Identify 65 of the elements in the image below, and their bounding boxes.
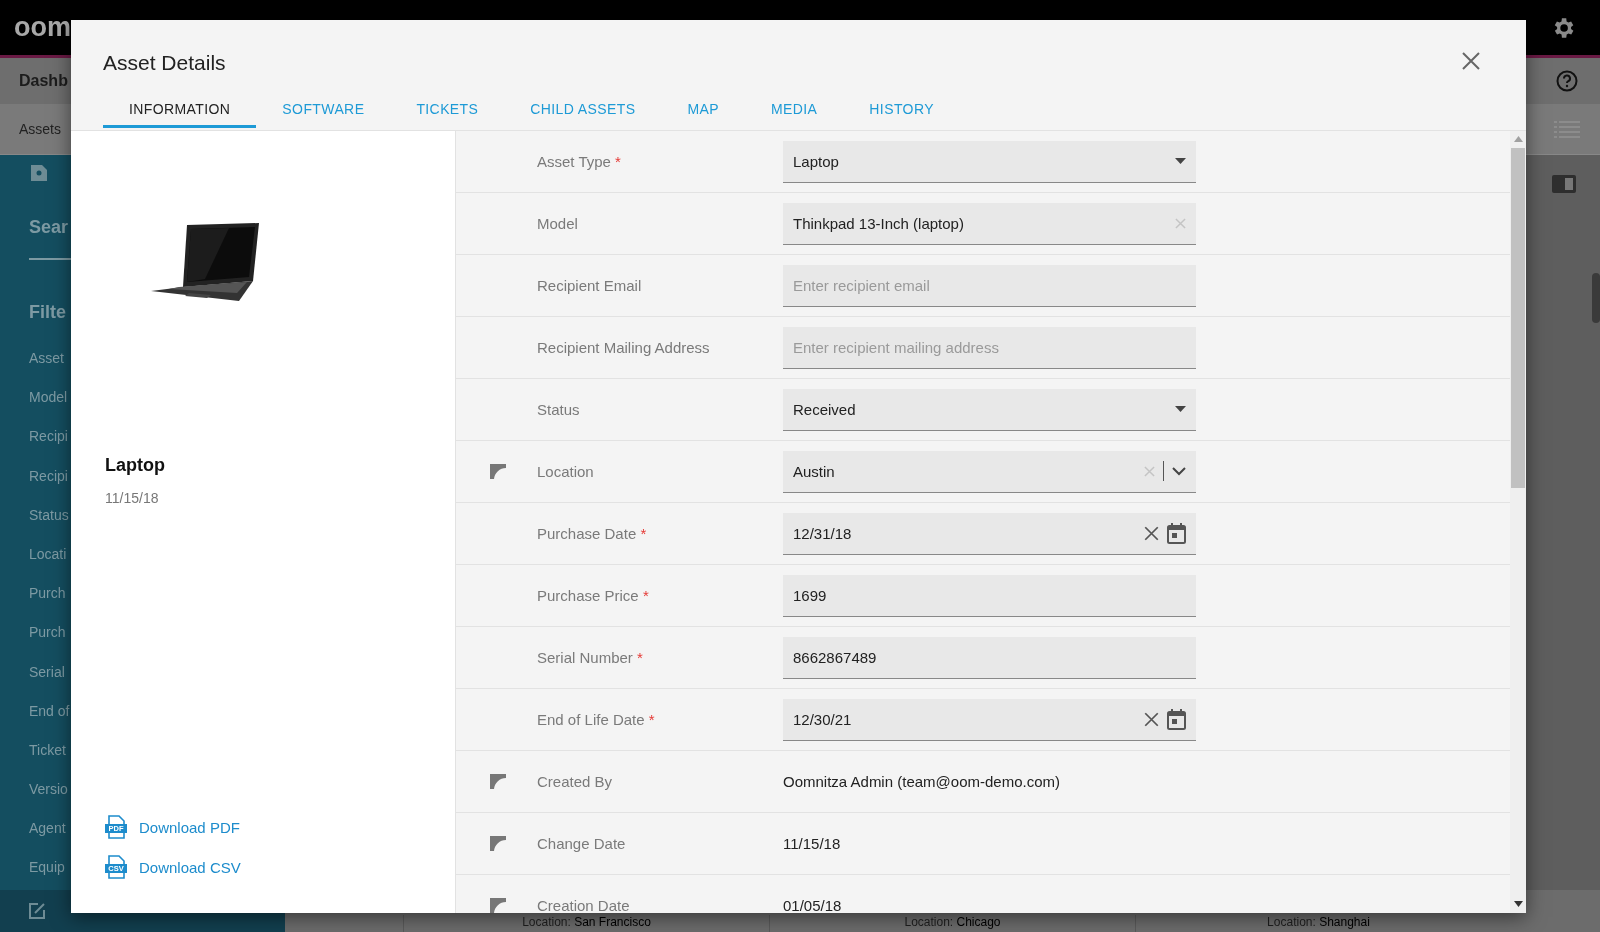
field-label: Model xyxy=(537,215,579,232)
download-link[interactable]: Download PDF xyxy=(139,818,240,836)
clear-icon[interactable] xyxy=(1144,711,1159,727)
field-label: Asset Type * xyxy=(537,153,622,170)
scrollbar-thumb[interactable] xyxy=(1511,148,1525,488)
field-label: Location xyxy=(537,463,595,480)
scroll-handle[interactable] xyxy=(1592,273,1600,323)
field-label: End of Life Date * xyxy=(537,711,656,728)
field-label: Recipient Mailing Address xyxy=(537,339,711,356)
calendar-icon[interactable] xyxy=(1167,522,1186,544)
tab[interactable]: INFORMATION xyxy=(103,94,257,128)
card-caption: Location: Chicago xyxy=(769,915,1135,932)
corner-icon xyxy=(490,774,506,789)
corner-icon xyxy=(490,836,506,851)
date-field[interactable]: 12/30/21 xyxy=(783,698,1196,741)
text-field[interactable]: Enter recipient email xyxy=(783,264,1196,307)
edit-icon[interactable] xyxy=(28,902,46,920)
side-panel-icon[interactable] xyxy=(1551,175,1576,193)
field-label: Creation Date xyxy=(537,897,631,913)
select-field[interactable]: Thinkpad 13-Inch (laptop) xyxy=(783,202,1196,245)
field-value: 11/15/18 xyxy=(783,835,841,852)
field-label: Created By xyxy=(537,773,614,790)
text-field[interactable]: 1699 xyxy=(783,574,1196,617)
asset-date: 11/15/18 xyxy=(105,490,159,506)
tag-icon[interactable] xyxy=(29,163,49,183)
tab[interactable]: TICKETS xyxy=(390,94,505,128)
field-label: Status xyxy=(537,401,581,418)
text-field[interactable]: Enter recipient mailing address xyxy=(783,326,1196,369)
clear-icon[interactable] xyxy=(1144,525,1159,541)
field-label: Change Date xyxy=(537,835,627,852)
help-icon[interactable] xyxy=(1556,70,1578,92)
tab[interactable]: MAP xyxy=(661,94,745,128)
breadcrumb[interactable]: Assets xyxy=(19,121,61,137)
field-value: 01/05/18 xyxy=(783,897,842,913)
tab[interactable]: CHILD ASSETS xyxy=(504,94,662,128)
card-caption: Location: San Francisco xyxy=(403,915,769,932)
tab[interactable]: SOFTWARE xyxy=(256,94,391,128)
field-label: Recipient Email xyxy=(537,277,643,294)
combo-box[interactable]: Austin xyxy=(783,450,1196,493)
sidebar-heading: Filte xyxy=(29,302,67,323)
field-value: Oomnitza Admin (team@oom-demo.com) xyxy=(783,773,1060,790)
caret-icon xyxy=(1175,406,1186,412)
logo: oom xyxy=(14,12,71,43)
page-title: Dashb xyxy=(19,72,68,90)
close-icon[interactable] xyxy=(1462,52,1480,70)
corner-icon xyxy=(490,898,506,913)
field-label: Purchase Price * xyxy=(537,587,650,604)
text-field[interactable]: 8662867489 xyxy=(783,636,1196,679)
download-link[interactable]: Download CSV xyxy=(139,858,241,876)
chevron-icon[interactable] xyxy=(1172,466,1186,476)
dropdown[interactable]: Laptop xyxy=(783,140,1196,183)
corner-icon xyxy=(490,464,506,479)
field-label: Serial Number * xyxy=(537,649,644,666)
asset-name: Laptop xyxy=(105,455,165,476)
date-field[interactable]: 12/31/18 xyxy=(783,512,1196,555)
tab[interactable]: HISTORY xyxy=(843,94,960,128)
scroll-down-icon[interactable] xyxy=(1513,901,1523,907)
dropdown[interactable]: Received xyxy=(783,388,1196,431)
calendar-icon[interactable] xyxy=(1167,708,1186,730)
tab[interactable]: MEDIA xyxy=(745,94,844,128)
dialog-title: Asset Details xyxy=(103,51,226,75)
card-caption: Location: Shanghai xyxy=(1135,915,1501,932)
caret-icon xyxy=(1175,158,1186,164)
scroll-up-icon[interactable] xyxy=(1513,136,1523,142)
field-label: Purchase Date * xyxy=(537,525,648,542)
